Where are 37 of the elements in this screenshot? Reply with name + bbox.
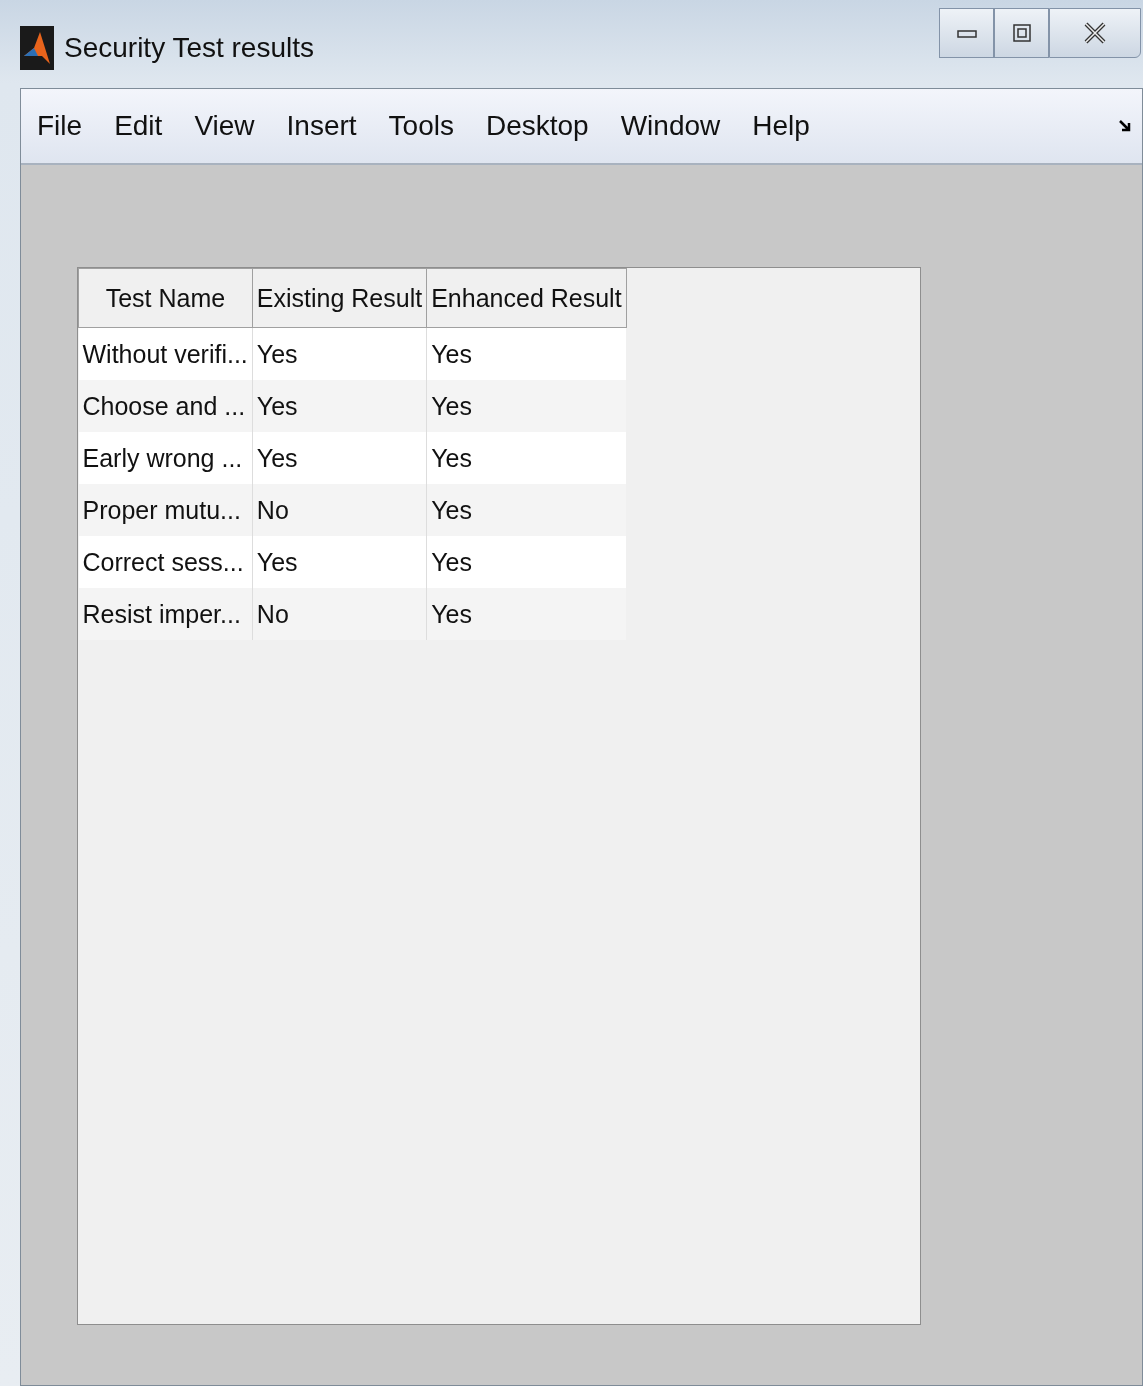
table-cell: Early wrong ... bbox=[78, 432, 253, 484]
column-header[interactable]: Test Name bbox=[78, 268, 253, 328]
table-cell: Proper mutu... bbox=[78, 484, 253, 536]
table-cell: Yes bbox=[252, 380, 427, 432]
close-icon bbox=[1082, 20, 1108, 46]
table-cell: No bbox=[252, 484, 427, 536]
menu-item[interactable]: View bbox=[194, 110, 255, 142]
close-button[interactable] bbox=[1049, 8, 1141, 58]
menu-item[interactable]: Help bbox=[752, 110, 810, 142]
window-title: Security Test results bbox=[64, 32, 315, 64]
menu-item[interactable]: Desktop bbox=[485, 110, 589, 142]
menu-item[interactable]: Tools bbox=[388, 110, 454, 142]
minimize-button[interactable] bbox=[939, 8, 994, 58]
table-cell: Yes bbox=[426, 484, 627, 536]
table-cell: Choose and ... bbox=[78, 380, 253, 432]
column-header[interactable]: Enhanced Result bbox=[426, 268, 627, 328]
table-cell: Yes bbox=[252, 327, 427, 380]
table-cell: Correct sess... bbox=[78, 536, 253, 588]
menu-item[interactable]: Insert bbox=[286, 110, 357, 142]
table-cell: Yes bbox=[426, 588, 627, 640]
maximize-icon bbox=[1011, 23, 1032, 43]
table-cell: Yes bbox=[252, 536, 427, 588]
maximize-button[interactable] bbox=[994, 8, 1049, 58]
table-cell: Resist imper... bbox=[78, 588, 253, 640]
table-cell: Yes bbox=[426, 327, 627, 380]
app-logo-icon bbox=[20, 26, 54, 70]
menu-item[interactable]: Window bbox=[620, 110, 721, 142]
menu-item[interactable]: File bbox=[37, 110, 83, 142]
table-cell: Without verifi... bbox=[78, 327, 253, 380]
menu-item[interactable]: Edit bbox=[114, 110, 163, 142]
column-header[interactable]: Existing Result bbox=[252, 268, 427, 328]
table-cell: Yes bbox=[426, 536, 627, 588]
dock-arrow-icon[interactable] bbox=[1118, 119, 1132, 133]
table-cell: Yes bbox=[252, 432, 427, 484]
table-cell: Yes bbox=[426, 432, 627, 484]
table-cell: No bbox=[252, 588, 427, 640]
table-cell: Yes bbox=[426, 380, 627, 432]
